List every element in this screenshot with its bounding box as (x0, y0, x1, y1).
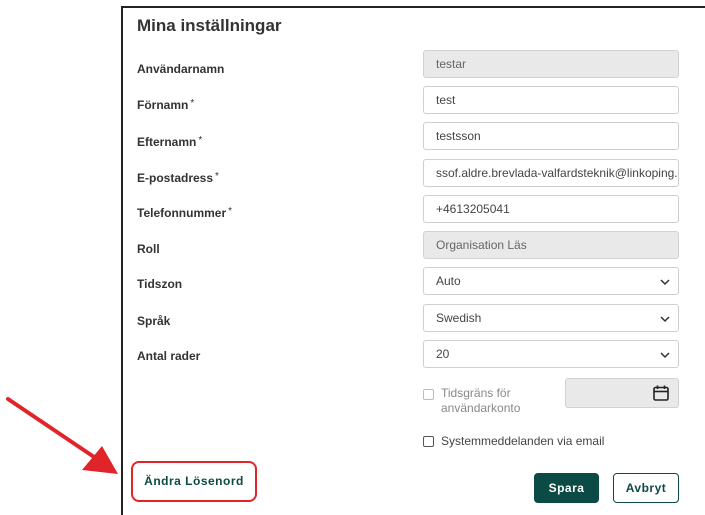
system-messages-label: Systemmeddelanden via email (441, 434, 605, 448)
account-time-limit-checkbox[interactable] (423, 389, 434, 400)
rows-value: 20 (436, 347, 450, 361)
email-input[interactable]: ssof.aldre.brevlada-valfardsteknik@linko… (423, 159, 679, 187)
language-select[interactable]: Swedish (423, 304, 679, 332)
first-name-input[interactable]: test (423, 86, 679, 114)
settings-panel: Mina inställningar Användarnamn testar F… (121, 6, 705, 515)
first-name-label: Förnamn * (137, 98, 195, 112)
email-label: E-postadress * (137, 171, 219, 185)
account-expiry-date-field[interactable] (565, 378, 679, 408)
role-label: Roll (137, 242, 160, 256)
save-button[interactable]: Spara (534, 473, 599, 503)
username-field: testar (423, 50, 679, 78)
role-field: Organisation Läs (423, 231, 679, 259)
chevron-down-icon (660, 279, 670, 286)
change-password-button[interactable]: Ändra Lösenord (131, 461, 257, 502)
account-time-limit-label: Tidsgräns för användarkonto (441, 386, 521, 415)
timezone-value: Auto (436, 274, 461, 288)
phone-label: Telefonnummer * (137, 206, 233, 220)
language-label: Språk (137, 314, 171, 328)
chevron-down-icon (660, 352, 670, 359)
page-title: Mina inställningar (137, 16, 282, 35)
username-label: Användarnamn (137, 62, 225, 76)
system-messages-checkbox[interactable] (423, 436, 434, 447)
phone-input[interactable]: +4613205041 (423, 195, 679, 223)
rows-select[interactable]: 20 (423, 340, 679, 368)
language-value: Swedish (436, 311, 482, 325)
rows-label: Antal rader (137, 349, 201, 363)
calendar-icon[interactable] (652, 384, 670, 402)
last-name-label: Efternamn * (137, 135, 203, 149)
timezone-label: Tidszon (137, 277, 183, 291)
cancel-button[interactable]: Avbryt (613, 473, 679, 503)
chevron-down-icon (660, 316, 670, 323)
timezone-select[interactable]: Auto (423, 267, 679, 295)
last-name-input[interactable]: testsson (423, 122, 679, 150)
